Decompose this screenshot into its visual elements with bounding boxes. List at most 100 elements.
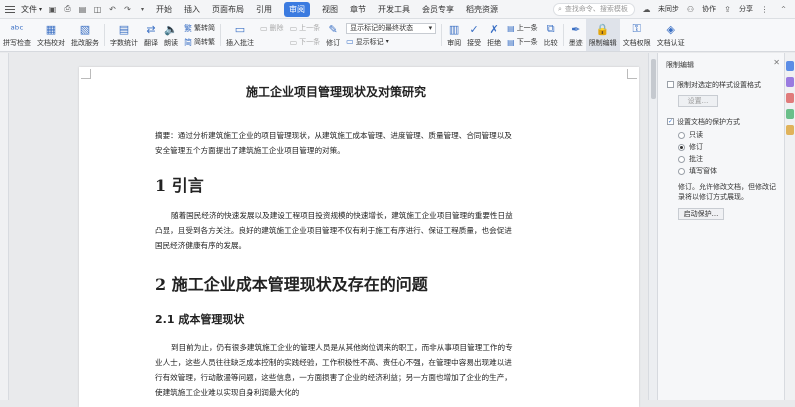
more-icon[interactable]: ⋮ bbox=[759, 4, 770, 15]
ribbon-toolbar: ᵃᵇᶜ 拼写检查 ▦ 文档校对 ▧ 批改服务 ▤ 字数统计 ⇄ 翻译 🔈 朗读 繁繁转简 简… bbox=[0, 19, 795, 52]
tab-developer[interactable]: 开发工具 bbox=[372, 0, 416, 19]
read-aloud-button[interactable]: 🔈 朗读 bbox=[161, 19, 181, 51]
tab-member[interactable]: 会员专享 bbox=[416, 0, 460, 19]
next-comment-button[interactable]: ▭ 下一条 bbox=[290, 36, 321, 48]
reject-button[interactable]: ✗ 拒绝 bbox=[484, 19, 504, 51]
delete-icon: ▭ bbox=[260, 23, 268, 33]
sync-icon: ☁ bbox=[642, 4, 651, 14]
word-count-icon: ▤ bbox=[118, 22, 130, 36]
prev-comment-button[interactable]: ▭ 上一条 bbox=[290, 22, 321, 34]
paragraph-introduction: 随着国民经济的快速发展以及建设工程项目投资规模的快速增长，建筑施工企业项目管理的… bbox=[155, 211, 513, 250]
accept-button[interactable]: ✓ 接受 bbox=[464, 19, 484, 51]
spellcheck-icon: ᵃᵇᶜ bbox=[10, 22, 24, 36]
comment-icon: ▭ bbox=[234, 22, 246, 36]
restrict-format-checkbox[interactable]: 限制对选定的样式设置格式 bbox=[667, 80, 761, 90]
next-icon: ▭ bbox=[289, 37, 298, 47]
search-icon: ⌕ bbox=[558, 4, 562, 13]
markup-icon: ▭ bbox=[346, 37, 354, 46]
chevron-down-icon[interactable]: ▾ bbox=[137, 4, 148, 15]
radio-readonly[interactable]: 只读 bbox=[678, 130, 703, 140]
revise-button[interactable]: ✎ 修订 bbox=[323, 19, 343, 51]
delete-comment-button[interactable]: ▭ 删除 bbox=[260, 22, 284, 34]
side-tool-icon[interactable] bbox=[786, 125, 794, 135]
undo-icon[interactable]: ↶ bbox=[107, 4, 118, 15]
revise-icon: ✎ bbox=[328, 22, 338, 36]
save-icon[interactable]: ▣ bbox=[47, 4, 58, 15]
collab-icon: ⚇ bbox=[686, 4, 695, 14]
start-protection-button[interactable]: 启动保护... bbox=[678, 208, 724, 220]
heading-introduction: 1 引言 bbox=[155, 176, 204, 195]
radio-fill-form[interactable]: 填写窗体 bbox=[678, 166, 717, 176]
share-icon: ⇪ bbox=[724, 4, 731, 14]
certificate-icon: ◈ bbox=[666, 22, 675, 36]
side-tool-icon[interactable] bbox=[786, 77, 794, 87]
scrollbar-thumb[interactable] bbox=[651, 59, 656, 99]
protection-description: 修订。允许修改文档，但修改记录将以修订方式展现。 bbox=[678, 183, 776, 201]
restrict-edit-button[interactable]: 🔒 限制编辑 bbox=[585, 19, 620, 51]
simp-to-trad-button[interactable]: 简简转繁 bbox=[184, 36, 215, 48]
insert-comment-button[interactable]: ▭ 插入批注 bbox=[223, 19, 257, 51]
document-title: 施工企业项目管理现状及对策研究 bbox=[245, 85, 426, 99]
tab-page-layout[interactable]: 页面布局 bbox=[206, 0, 250, 19]
vertical-scrollbar[interactable] bbox=[648, 53, 657, 400]
translate-button[interactable]: ⇄ 翻译 bbox=[141, 19, 161, 51]
heading-section-2: 2 施工企业成本管理现状及存在的问题 bbox=[155, 275, 428, 294]
tab-insert[interactable]: 插入 bbox=[178, 0, 206, 19]
heading-section-2-1: 2.1 成本管理现状 bbox=[155, 313, 245, 326]
doc-proof-icon: ▦ bbox=[45, 22, 57, 36]
paragraph-cost-management: 到目前为止，仍有很多建筑施工企业的管理人员是从其他岗位调来的职工，而非从事项目管… bbox=[155, 343, 513, 397]
prev-revision-icon: ▤ bbox=[507, 23, 515, 33]
trad-to-simp-button[interactable]: 繁繁转简 bbox=[184, 22, 215, 34]
tab-references[interactable]: 引用 bbox=[250, 0, 278, 19]
panel-close-icon[interactable]: ✕ bbox=[773, 58, 780, 67]
reject-icon: ✗ bbox=[489, 22, 499, 36]
review-pane-button[interactable]: ▥ 审阅 bbox=[444, 19, 464, 51]
ink-button[interactable]: ✒ 墨迹 bbox=[566, 19, 586, 51]
file-menu[interactable]: 文件 ▾ bbox=[18, 0, 45, 19]
menu-icon[interactable] bbox=[5, 5, 15, 13]
review-icon: ▥ bbox=[448, 22, 460, 36]
tab-docer[interactable]: 稻壳资源 bbox=[460, 0, 504, 19]
panel-title: 限制编辑 bbox=[666, 61, 694, 69]
abstract: 摘要：通过分析建筑施工企业的项目管理现状，从建筑施工成本管理、进度管理、质量管理… bbox=[155, 131, 512, 155]
doc-cert-button[interactable]: ◈ 文档认证 bbox=[654, 19, 688, 51]
command-search-input[interactable]: ⌕ 查找命令、搜索模板 bbox=[553, 2, 635, 16]
print-preview-icon[interactable]: ⎙ bbox=[62, 4, 73, 15]
prev-icon: ▭ bbox=[289, 23, 298, 33]
next-revision-button[interactable]: ▤ 下一条 bbox=[507, 36, 538, 48]
doc-proof-button[interactable]: ▦ 文档校对 bbox=[34, 19, 68, 51]
tab-home[interactable]: 开始 bbox=[150, 0, 178, 19]
vertical-ruler bbox=[0, 53, 9, 400]
print-icon[interactable]: ▤ bbox=[77, 4, 88, 15]
side-tool-icon[interactable] bbox=[786, 109, 794, 119]
restrict-edit-panel: 限制编辑 ✕ 限制对选定的样式设置格式 设置... ✓ 设置文档的保护方式 只读… bbox=[657, 53, 784, 400]
batch-service-button[interactable]: ▧ 批改服务 bbox=[68, 19, 102, 51]
document-page[interactable]: 施工企业项目管理现状及对策研究 摘要：通过分析建筑施工企业的项目管理现状，从建筑… bbox=[79, 67, 639, 407]
tab-view[interactable]: 视图 bbox=[316, 0, 344, 19]
export-pdf-icon[interactable]: ◫ bbox=[92, 4, 103, 15]
side-tool-icon[interactable] bbox=[786, 93, 794, 103]
collapse-ribbon-icon[interactable]: ^ bbox=[778, 4, 789, 15]
check-icon: ✓ bbox=[667, 118, 674, 125]
redo-icon[interactable]: ↷ bbox=[122, 4, 133, 15]
checkbox-unchecked bbox=[667, 81, 674, 88]
side-tool-icon[interactable] bbox=[786, 61, 794, 71]
display-state-select[interactable]: 显示标记的最终状态 ▾ bbox=[346, 22, 437, 34]
compare-button[interactable]: ⧉ 比较 bbox=[541, 19, 561, 51]
tab-review[interactable]: 审阅 bbox=[278, 0, 316, 19]
radio-revision[interactable]: 修订 bbox=[678, 142, 703, 152]
compare-icon: ⧉ bbox=[546, 22, 555, 35]
settings-button[interactable]: 设置... bbox=[678, 95, 718, 107]
spellcheck-button[interactable]: ᵃᵇᶜ 拼写检查 bbox=[0, 19, 34, 51]
protect-doc-checkbox[interactable]: ✓ 设置文档的保护方式 bbox=[667, 117, 740, 127]
delete-dropdown[interactable] bbox=[260, 36, 284, 48]
prev-revision-button[interactable]: ▤ 上一条 bbox=[507, 22, 538, 34]
show-markup-button[interactable]: ▭ 显示标记 ▾ bbox=[346, 36, 436, 48]
doc-permission-button[interactable]: ⚿ 文档权限 bbox=[620, 19, 654, 51]
share-button[interactable]: 分享 bbox=[739, 4, 753, 14]
radio-comment[interactable]: 批注 bbox=[678, 154, 703, 164]
collab-button[interactable]: 协作 bbox=[702, 4, 716, 14]
word-count-button[interactable]: ▤ 字数统计 bbox=[107, 19, 141, 51]
tab-chapter[interactable]: 章节 bbox=[344, 0, 372, 19]
sync-status[interactable]: 未同步 bbox=[658, 4, 679, 14]
